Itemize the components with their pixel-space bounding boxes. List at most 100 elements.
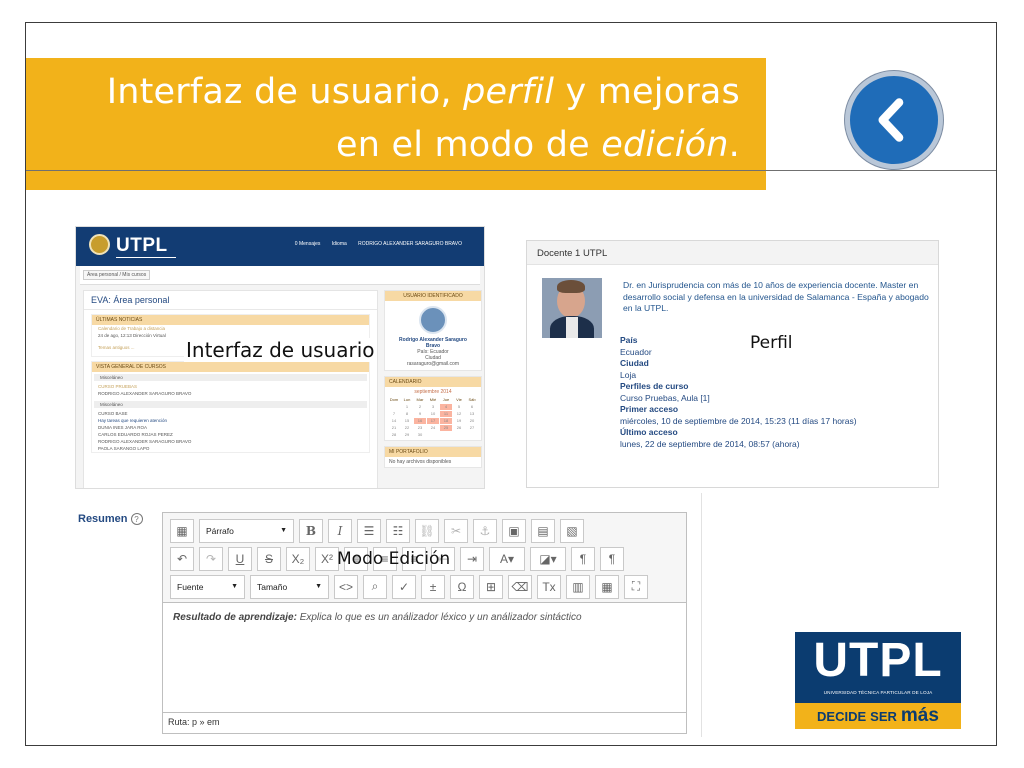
tasks-notice: Hay tareas que requieren atención	[98, 418, 168, 423]
undo-icon[interactable]: ↶	[170, 546, 194, 571]
bold-icon[interactable]: B	[299, 518, 323, 543]
spellcheck-icon[interactable]: ✓	[392, 574, 416, 599]
calendar-day[interactable]: 1	[401, 404, 413, 410]
insert-icon[interactable]: ±	[421, 574, 445, 599]
calendar-day[interactable]: 16	[414, 418, 426, 424]
utpl-logo-wordmark: UTPL	[813, 634, 943, 687]
clear-formatting-icon[interactable]: Tx	[537, 574, 561, 599]
calendar-weekday: Sáb	[468, 397, 476, 402]
table-icon[interactable]: ⊞	[479, 574, 503, 599]
calendar-day[interactable]: 18	[440, 418, 452, 424]
paste-word-icon[interactable]: ▦	[595, 574, 619, 599]
calendar-day[interactable]: 6	[466, 404, 478, 410]
course-profiles-value[interactable]: Curso Pruebas, Aula [1]	[620, 393, 930, 405]
country-label: País	[620, 335, 638, 345]
calendar-day[interactable]: 14	[388, 418, 400, 424]
calendar-day[interactable]: 19	[453, 418, 465, 424]
calendar-day[interactable]: 21	[388, 425, 400, 431]
font-family-select[interactable]: Fuente ▼	[170, 574, 245, 599]
paste-text-icon[interactable]: ▥	[566, 574, 590, 599]
calendar-day	[388, 404, 400, 410]
calendar-day[interactable]: 4	[440, 404, 452, 410]
calendar-day[interactable]: 8	[401, 411, 413, 417]
calendar-day[interactable]: 24	[427, 425, 439, 431]
file-icon[interactable]: ▧	[560, 518, 584, 543]
calendar-day[interactable]: 13	[466, 411, 478, 417]
news-item[interactable]: Calendario de Trabajo a distancia	[92, 325, 369, 332]
moodle-nav: 0 Mensajes Idioma RODRIGO ALEXANDER SARA…	[285, 241, 462, 247]
search-replace-icon[interactable]: ⌕	[363, 574, 387, 599]
profile-photo	[542, 278, 602, 338]
calendar-day[interactable]: 7	[388, 411, 400, 417]
calendar-day[interactable]: 23	[414, 425, 426, 431]
redo-icon[interactable]: ↷	[199, 546, 223, 571]
student-name: RODRIGO ALEXANDER SARAGURO BRAVO	[98, 439, 192, 444]
calendar-day[interactable]: 9	[414, 411, 426, 417]
title-line-1: Interfaz de usuario, perfil y mejoras	[106, 72, 740, 112]
utpl-seal-icon	[89, 234, 110, 255]
slide: Interfaz de usuario, perfil y mejoras en…	[25, 22, 997, 746]
ltr-icon[interactable]: ¶	[571, 546, 595, 571]
calendar-day[interactable]: 27	[466, 425, 478, 431]
underline-icon[interactable]: U	[228, 546, 252, 571]
utpl-logo-subtitle: UNIVERSIDAD TÉCNICA PARTICULAR DE LOJA	[823, 690, 933, 695]
font-size-select[interactable]: Tamaño ▼	[250, 574, 329, 599]
calendar-day[interactable]: 11	[440, 411, 452, 417]
background-color-icon[interactable]: ◪▾	[530, 546, 566, 571]
calendar-day[interactable]: 12	[453, 411, 465, 417]
paragraph-format-select[interactable]: Párrafo ▼	[199, 518, 294, 543]
superscript-icon[interactable]: X²	[315, 546, 339, 571]
text-color-icon[interactable]: A▾	[489, 546, 525, 571]
calendar-weekday: Mar	[416, 397, 424, 402]
help-icon[interactable]: ?	[130, 513, 143, 525]
toolbar-toggle-icon[interactable]: ▦	[170, 518, 194, 543]
unlink-icon[interactable]: ✂	[444, 518, 468, 543]
fullscreen-icon[interactable]: ⛶	[624, 574, 648, 599]
indent-icon[interactable]: ⇥	[460, 546, 484, 571]
calendar-day[interactable]: 15	[401, 418, 413, 424]
ordered-list-icon[interactable]: ☷	[386, 518, 410, 543]
news-header: ÚLTIMAS NOTICIAS	[92, 315, 369, 325]
italic-icon[interactable]: I	[328, 518, 352, 543]
clean-icon[interactable]: ⌫	[508, 574, 532, 599]
course-link[interactable]: CURSO PRUEBAS	[92, 383, 369, 390]
portfolio-header: MI PORTAFOLIO	[385, 447, 481, 457]
image-icon[interactable]: ▣	[502, 518, 526, 543]
teacher-name: RODRIGO ALEXANDER SARAGURO BRAVO	[98, 391, 192, 396]
back-button[interactable]	[845, 71, 943, 169]
calendar-day[interactable]: 22	[401, 425, 413, 431]
messages-link[interactable]: 0 Mensajes	[295, 241, 321, 247]
user-menu-link[interactable]: RODRIGO ALEXANDER SARAGURO BRAVO	[358, 241, 462, 247]
user-block-header: USUARIO IDENTIFICADO	[385, 291, 481, 301]
calendar-day[interactable]: 26	[453, 425, 465, 431]
calendar-day[interactable]: 20	[466, 418, 478, 424]
user-block: USUARIO IDENTIFICADO Rodrigo Alexander S…	[384, 290, 482, 371]
calendar-day[interactable]: 5	[453, 404, 465, 410]
chevron-left-icon	[878, 98, 904, 142]
first-access-label: Primer acceso	[620, 404, 679, 414]
calendar-day[interactable]: 29	[401, 432, 413, 438]
calendar-day[interactable]: 10	[427, 411, 439, 417]
rtl-icon[interactable]: ¶	[600, 546, 624, 571]
course-profiles-label: Perfiles de curso	[620, 381, 689, 391]
calendar-day[interactable]: 2	[414, 404, 426, 410]
link-icon[interactable]: ⛓	[415, 518, 439, 543]
anchor-icon[interactable]: ⚓	[473, 518, 497, 543]
strikethrough-icon[interactable]: S	[257, 546, 281, 571]
calendar-day[interactable]: 17	[427, 418, 439, 424]
media-icon[interactable]: ▤	[531, 518, 555, 543]
page-title: EVA: Área personal	[84, 291, 377, 310]
utpl-logo: UTPL UNIVERSIDAD TÉCNICA PARTICULAR DE L…	[795, 632, 961, 703]
calendar-day[interactable]: 28	[388, 432, 400, 438]
omega-icon[interactable]: Ω	[450, 574, 474, 599]
calendar-day[interactable]: 25	[440, 425, 452, 431]
moodle-brand: UTPL	[116, 235, 176, 258]
calendar-day[interactable]: 3	[427, 404, 439, 410]
course-link[interactable]: CURSO BASE	[92, 410, 369, 417]
subscript-icon[interactable]: X₂	[286, 546, 310, 571]
unordered-list-icon[interactable]: ☰	[357, 518, 381, 543]
language-link[interactable]: Idioma	[332, 241, 347, 247]
editor-content[interactable]: Resultado de aprendizaje: Explica lo que…	[163, 551, 686, 712]
calendar-day[interactable]: 30	[414, 432, 426, 438]
code-icon[interactable]: <>	[334, 574, 358, 599]
